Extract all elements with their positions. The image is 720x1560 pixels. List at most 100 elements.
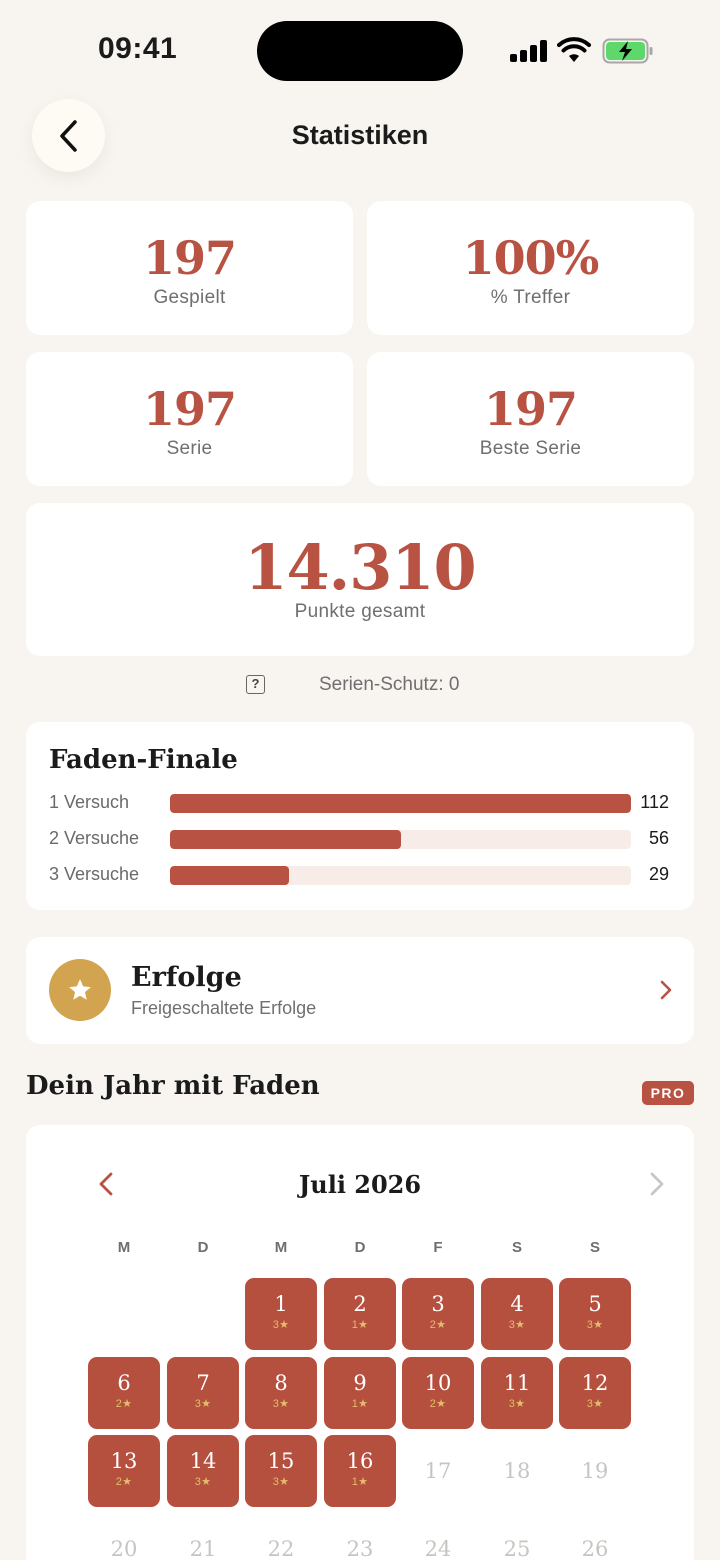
day-number: 7: [196, 1371, 210, 1395]
page-title: Statistiken: [291, 120, 429, 150]
day-number: 1: [274, 1292, 288, 1316]
streak-protection-text: Serien-Schutz: 0: [319, 674, 460, 695]
day-stars: 2★: [115, 1398, 133, 1410]
day-stars: 3★: [194, 1476, 212, 1488]
stat-label: Gespielt: [153, 287, 226, 308]
achievement-badge: [49, 959, 111, 1021]
calendar-day[interactable]: 1 3★: [245, 1278, 317, 1350]
calendar-day[interactable]: 7 3★: [167, 1357, 239, 1429]
calendar-day: 23: [324, 1513, 396, 1560]
calendar-day: 24: [402, 1513, 474, 1560]
day-number: 19: [581, 1459, 609, 1483]
stat-value: 197: [142, 382, 237, 436]
day-stars: 3★: [508, 1398, 526, 1410]
weekday-label: M: [274, 1239, 288, 1256]
calendar-month: Juli 2026: [298, 1170, 422, 1199]
stat-card-hit-rate: 100% % Treffer: [367, 201, 694, 335]
help-icon[interactable]: ?: [246, 675, 265, 694]
day-stars: 3★: [272, 1319, 290, 1331]
distribution-card: Faden-Finale 1 Versuch 112 2 Versuche 56…: [26, 722, 694, 910]
status-bar: 09:41: [0, 0, 720, 100]
distribution-count: 112: [640, 792, 669, 812]
distribution-bar: [170, 830, 401, 849]
day-number: 11: [503, 1371, 531, 1395]
calendar-day[interactable]: 3 2★: [402, 1278, 474, 1350]
day-stars: 3★: [508, 1319, 526, 1331]
achievements-subtitle: Freigeschaltete Erfolge: [131, 998, 317, 1018]
signal-icon: [510, 40, 548, 62]
calendar-day[interactable]: 14 3★: [167, 1435, 239, 1507]
achievements-title: Erfolge: [131, 962, 242, 993]
dynamic-island: [257, 21, 463, 81]
calendar-day: 20: [88, 1513, 160, 1560]
status-time: 09:41: [98, 32, 178, 65]
stat-card-total-points: 14.310 Punkte gesamt: [26, 503, 694, 656]
distribution-count: 56: [648, 828, 669, 848]
calendar-day[interactable]: 6 2★: [88, 1357, 160, 1429]
calendar-day[interactable]: 8 3★: [245, 1357, 317, 1429]
day-number: 8: [274, 1371, 288, 1395]
day-stars: 2★: [429, 1398, 447, 1410]
distribution-bar: [170, 866, 290, 885]
calendar-card: Juli 2026 M D M D F S S 1 3★ 2 1★ 3 2★ 4 3★ …: [26, 1125, 694, 1560]
battery-charging-icon: [602, 38, 653, 64]
day-number: 13: [110, 1449, 138, 1473]
calendar-day[interactable]: 5 3★: [559, 1278, 631, 1350]
distribution-bar-track: [170, 866, 631, 885]
calendar-day[interactable]: 13 2★: [88, 1435, 160, 1507]
day-number: 14: [189, 1449, 217, 1473]
distribution-label: 2 Versuche: [49, 828, 140, 848]
weekday-label: M: [117, 1239, 131, 1256]
day-stars: 3★: [272, 1398, 290, 1410]
day-stars: 1★: [351, 1476, 369, 1488]
calendar-day: 17: [402, 1435, 474, 1507]
weekday-label: D: [354, 1239, 366, 1256]
day-number: 6: [117, 1371, 131, 1395]
achievements-row[interactable]: Erfolge Freigeschaltete Erfolge: [26, 937, 694, 1044]
stat-card-streak: 197 Serie: [26, 352, 353, 486]
calendar-day[interactable]: 10 2★: [402, 1357, 474, 1429]
calendar-day: 26: [559, 1513, 631, 1560]
calendar-day: 21: [167, 1513, 239, 1560]
weekday-label: S: [589, 1239, 600, 1256]
weekday-label: F: [433, 1239, 443, 1256]
day-number: 22: [267, 1537, 295, 1560]
star-icon: [69, 979, 91, 1000]
stat-value: 197: [142, 231, 237, 285]
stat-card-played: 197 Gespielt: [26, 201, 353, 335]
calendar-day: 18: [481, 1435, 553, 1507]
stat-value: 100%: [462, 231, 600, 285]
calendar-day[interactable]: 9 1★: [324, 1357, 396, 1429]
day-number: 10: [424, 1371, 452, 1395]
calendar-day[interactable]: 12 3★: [559, 1357, 631, 1429]
calendar-day[interactable]: 16 1★: [324, 1435, 396, 1507]
pro-badge: PRO: [642, 1081, 694, 1105]
distribution-row: 3 Versuche 29: [49, 864, 669, 886]
day-stars: 3★: [272, 1476, 290, 1488]
calendar-day[interactable]: 15 3★: [245, 1435, 317, 1507]
distribution-label: 3 Versuche: [49, 864, 140, 884]
calendar-day[interactable]: 11 3★: [481, 1357, 553, 1429]
day-number: 17: [424, 1459, 452, 1483]
distribution-label: 1 Versuch: [49, 792, 130, 812]
distribution-row: 2 Versuche 56: [49, 828, 669, 850]
stat-label: % Treffer: [490, 287, 571, 308]
calendar-next-button[interactable]: [649, 1172, 665, 1196]
calendar-day: 19: [559, 1435, 631, 1507]
day-number: 20: [110, 1537, 138, 1560]
day-number: 21: [189, 1537, 217, 1560]
stat-value: 14.310: [244, 531, 476, 604]
calendar-day[interactable]: 2 1★: [324, 1278, 396, 1350]
day-number: 12: [581, 1371, 609, 1395]
distribution-count: 29: [648, 864, 669, 884]
day-number: 3: [431, 1292, 445, 1316]
day-number: 9: [353, 1371, 367, 1395]
day-stars: 3★: [586, 1319, 604, 1331]
day-number: 2: [353, 1292, 367, 1316]
stat-value: 197: [483, 382, 578, 436]
distribution-bar: [170, 794, 631, 813]
distribution-row: 1 Versuch 112: [49, 792, 669, 814]
distribution-title: Faden-Finale: [49, 745, 238, 775]
calendar-day: 22: [245, 1513, 317, 1560]
calendar-day[interactable]: 4 3★: [481, 1278, 553, 1350]
